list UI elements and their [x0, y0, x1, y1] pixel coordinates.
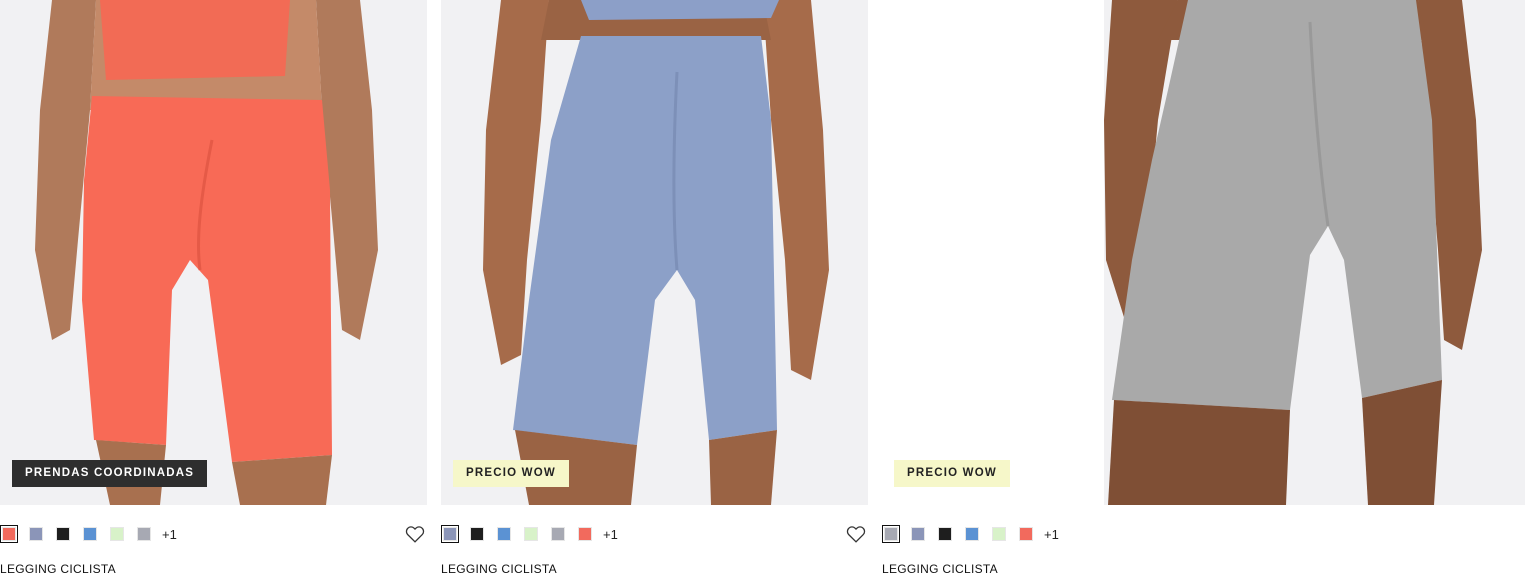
color-chip: [992, 527, 1006, 541]
color-swatch[interactable]: [882, 525, 900, 543]
color-chip: [938, 527, 952, 541]
product-image-3[interactable]: PRECIO WOW: [882, 0, 1525, 505]
color-swatch[interactable]: [441, 525, 459, 543]
color-swatch[interactable]: [549, 525, 567, 543]
product-name-3[interactable]: LEGGING CICLISTA: [882, 562, 998, 576]
color-swatches-3: +1: [882, 525, 1059, 543]
color-swatch[interactable]: [81, 525, 99, 543]
color-chip: [551, 527, 565, 541]
color-swatch[interactable]: [27, 525, 45, 543]
heart-outline-icon[interactable]: [845, 523, 867, 545]
color-swatch[interactable]: [495, 525, 513, 543]
color-chip: [578, 527, 592, 541]
color-chip: [965, 527, 979, 541]
color-chip: [1019, 527, 1033, 541]
color-chip: [56, 527, 70, 541]
product-image-2[interactable]: PRECIO WOW: [441, 0, 868, 505]
color-swatch[interactable]: [963, 525, 981, 543]
color-swatch[interactable]: [990, 525, 1008, 543]
product-badge-3: PRECIO WOW: [894, 460, 1010, 487]
heart-outline-icon[interactable]: [404, 523, 426, 545]
color-swatches-2: +1: [441, 525, 618, 543]
color-chip: [884, 527, 898, 541]
color-swatch[interactable]: [1017, 525, 1035, 543]
color-chip: [524, 527, 538, 541]
color-chip: [137, 527, 151, 541]
product-badge-2: PRECIO WOW: [453, 460, 569, 487]
color-swatches-1: +1: [0, 525, 177, 543]
model-photo: [882, 0, 1525, 505]
color-swatch[interactable]: [936, 525, 954, 543]
color-swatch[interactable]: [468, 525, 486, 543]
color-chip: [110, 527, 124, 541]
color-chip: [470, 527, 484, 541]
color-chip: [497, 527, 511, 541]
color-chip: [911, 527, 925, 541]
color-chip: [443, 527, 457, 541]
product-name-1[interactable]: LEGGING CICLISTA: [0, 562, 116, 576]
more-colors-count[interactable]: +1: [162, 527, 177, 542]
color-swatch[interactable]: [522, 525, 540, 543]
more-colors-count[interactable]: +1: [603, 527, 618, 542]
product-badge-1: PRENDAS COORDINADAS: [12, 460, 208, 487]
color-swatch[interactable]: [135, 525, 153, 543]
color-chip: [2, 527, 16, 541]
color-swatch[interactable]: [54, 525, 72, 543]
product-image-1[interactable]: PRENDAS COORDINADAS: [0, 0, 427, 505]
more-colors-count[interactable]: +1: [1044, 527, 1059, 542]
product-name-2[interactable]: LEGGING CICLISTA: [441, 562, 557, 576]
color-chip: [83, 527, 97, 541]
model-photo: [441, 0, 868, 505]
color-swatch[interactable]: [909, 525, 927, 543]
color-swatch[interactable]: [576, 525, 594, 543]
color-swatch[interactable]: [108, 525, 126, 543]
model-photo: [0, 0, 427, 505]
color-swatch[interactable]: [0, 525, 18, 543]
color-chip: [29, 527, 43, 541]
